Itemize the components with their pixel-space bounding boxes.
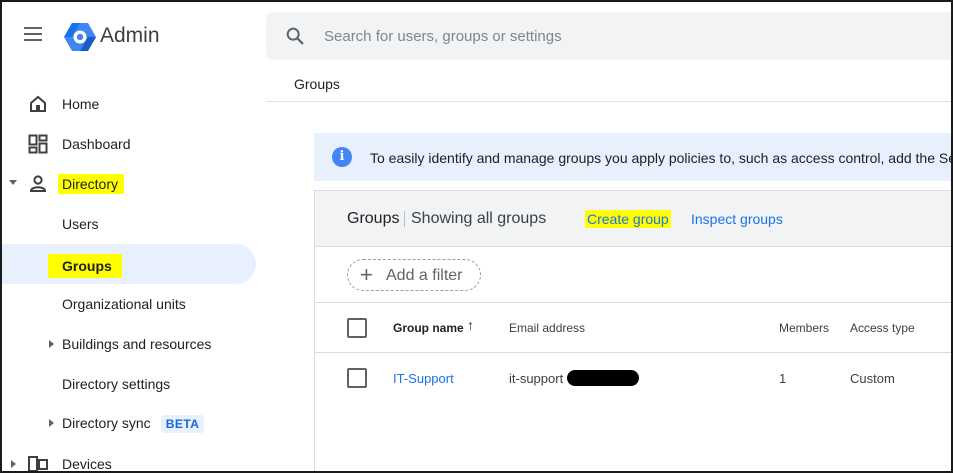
sort-ascending-icon[interactable]: ↑ <box>467 317 474 333</box>
sidebar-item-label: Dashboard <box>62 136 131 152</box>
banner-text: To easily identify and manage groups you… <box>370 150 953 166</box>
sidebar-item-label-with-badge: Directory sync BETA <box>62 415 205 433</box>
app-title: Admin <box>100 24 160 47</box>
column-header-group-name[interactable]: Group name <box>393 321 464 335</box>
select-all-checkbox[interactable] <box>347 318 367 338</box>
table-header: Group name ↑ Email address Members Acces… <box>315 303 951 353</box>
beta-badge: BETA <box>160 415 205 433</box>
column-header-email[interactable]: Email address <box>509 321 585 335</box>
info-icon: i <box>332 147 352 167</box>
divider <box>404 211 405 227</box>
info-banner: i To easily identify and manage groups y… <box>314 133 953 181</box>
add-filter-button[interactable]: + Add a filter <box>347 259 481 291</box>
sidebar-item-dashboard[interactable]: Dashboard <box>2 124 258 164</box>
expand-caret-icon[interactable] <box>49 419 54 427</box>
person-icon <box>29 175 47 192</box>
sidebar-item-label: Directory <box>58 174 125 194</box>
groups-card: Groups Showing all groups Create group I… <box>314 190 951 471</box>
access-type-cell: Custom <box>850 371 895 386</box>
create-group-link[interactable]: Create group <box>585 210 671 228</box>
expand-caret-icon[interactable] <box>11 460 16 468</box>
row-checkbox[interactable] <box>347 368 367 388</box>
card-title: Groups <box>347 210 400 227</box>
sidebar-item-home[interactable]: Home <box>2 84 258 124</box>
card-header: Groups Showing all groups Create group I… <box>315 191 951 247</box>
expand-caret-icon[interactable] <box>9 180 17 185</box>
sidebar-item-directory-settings[interactable]: Directory settings <box>2 364 258 404</box>
app-window: Admin Groups Home Dashboard Direct <box>0 0 953 473</box>
redaction-mark <box>567 370 639 386</box>
main-menu-button[interactable] <box>24 27 46 45</box>
dashboard-icon <box>28 134 48 154</box>
sidebar-item-directory-sync[interactable]: Directory sync BETA <box>2 403 258 443</box>
inspect-groups-link[interactable]: Inspect groups <box>691 211 783 227</box>
group-name-link[interactable]: IT-Support <box>393 371 454 386</box>
card-subtitle: Showing all groups <box>411 210 547 227</box>
column-header-members[interactable]: Members <box>779 321 829 335</box>
sidebar-item-users[interactable]: Users <box>2 204 258 244</box>
members-cell: 1 <box>779 371 787 386</box>
add-filter-label: Add a filter <box>386 267 463 284</box>
sidebar-item-label: Devices <box>62 456 112 472</box>
devices-icon <box>28 456 48 471</box>
home-icon <box>30 95 46 112</box>
search-input[interactable] <box>324 24 924 48</box>
expand-caret-icon[interactable] <box>49 340 54 348</box>
sidebar-item-label: Groups <box>48 254 122 278</box>
email-cell: it-support <box>509 371 564 386</box>
sidebar-item-label: Directory settings <box>62 376 171 392</box>
filter-row: + Add a filter <box>315 247 951 303</box>
sidebar-item-label: Buildings and resources <box>62 336 212 352</box>
plus-icon: + <box>360 262 373 287</box>
table-row[interactable]: IT-Support it-support 1 Custom <box>315 353 951 403</box>
sidebar-item-buildings-and-resources[interactable]: Buildings and resources <box>2 324 258 364</box>
breadcrumb: Groups <box>294 76 340 92</box>
admin-logo-icon <box>64 23 96 51</box>
sidebar-item-label: Organizational units <box>62 296 186 312</box>
sidebar-item-label: Users <box>62 216 99 232</box>
sidebar-item-groups[interactable]: Groups <box>2 244 256 284</box>
sidebar-item-label: Directory sync <box>62 415 151 431</box>
sidebar-item-label: Home <box>62 96 100 112</box>
search-bar[interactable] <box>266 12 951 60</box>
sidebar-item-organizational-units[interactable]: Organizational units <box>2 284 258 324</box>
sidebar-item-directory[interactable]: Directory <box>2 164 258 204</box>
divider <box>266 101 951 102</box>
column-header-access-type[interactable]: Access type <box>850 321 915 335</box>
search-icon <box>286 27 304 45</box>
sidebar-item-devices[interactable]: Devices <box>2 444 258 472</box>
